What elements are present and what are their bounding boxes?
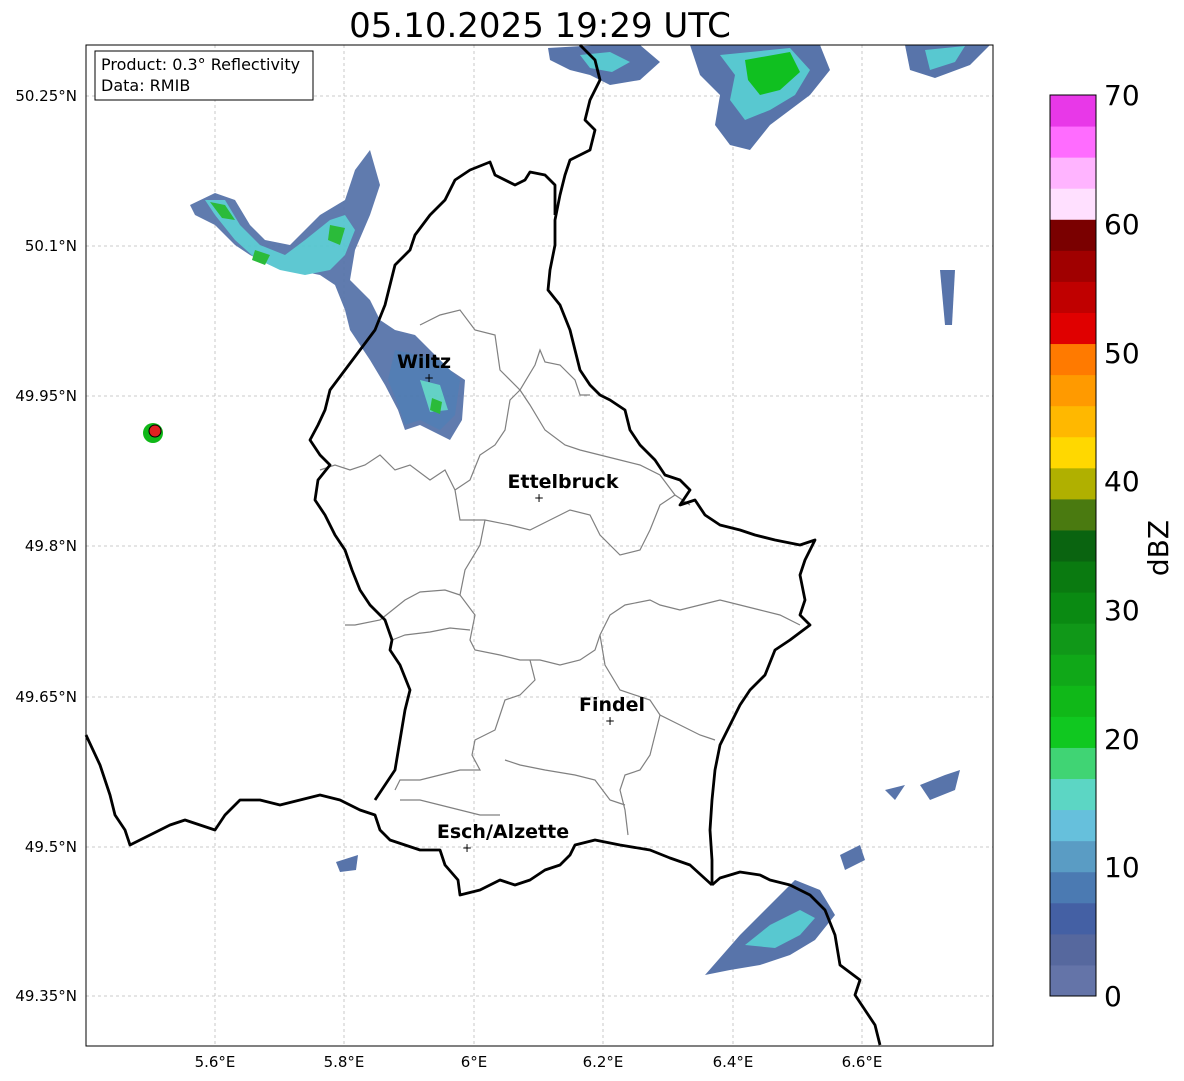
- colorbar-tick: 50: [1104, 337, 1140, 370]
- colorbar: 0 10 20 30 40 50 60 70 dBZ: [1049, 79, 1175, 1013]
- colorbar-swatch: [1050, 623, 1096, 655]
- colorbar-swatches: [1050, 95, 1096, 997]
- colorbar-swatch: [1050, 467, 1096, 500]
- radar-site-marker: [143, 423, 163, 443]
- colorbar-tick: 70: [1104, 79, 1140, 112]
- colorbar-swatch: [1050, 685, 1096, 717]
- colorbar-swatch: [1050, 126, 1096, 158]
- colorbar-ticks: 0 10 20 30 40 50 60 70: [1104, 79, 1140, 1013]
- lon-tick-labels: 5.6°E 5.8°E 6°E 6.2°E 6.4°E 6.6°E: [195, 1053, 883, 1071]
- colorbar-swatch: [1050, 374, 1096, 407]
- map-title: 05.10.2025 19:29 UTC: [349, 6, 731, 46]
- city-findel-marker: +: [605, 714, 615, 728]
- info-data-source: Data: RMIB: [101, 76, 190, 95]
- city-wiltz-marker: +: [424, 371, 434, 385]
- lat-tick-labels: 50.25°N 50.1°N 49.95°N 49.8°N 49.65°N 49…: [15, 87, 77, 1005]
- info-box: Product: 0.3° Reflectivity Data: RMIB: [94, 50, 314, 101]
- colorbar-swatch: [1050, 219, 1096, 251]
- colorbar-swatch: [1050, 250, 1096, 282]
- lat-tick: 49.65°N: [15, 688, 77, 706]
- colorbar-swatch: [1050, 498, 1096, 531]
- colorbar-tick: 10: [1104, 851, 1140, 884]
- lon-tick: 5.6°E: [195, 1053, 236, 1071]
- lon-tick: 6°E: [461, 1053, 488, 1071]
- colorbar-tick: 30: [1104, 594, 1140, 627]
- colorbar-swatch: [1050, 654, 1096, 686]
- colorbar-swatch: [1050, 436, 1096, 469]
- lat-tick: 49.5°N: [25, 838, 77, 856]
- colorbar-tick: 20: [1104, 723, 1140, 756]
- colorbar-tick: 0: [1104, 980, 1122, 1013]
- lon-tick: 6.4°E: [713, 1053, 754, 1071]
- info-product: Product: 0.3° Reflectivity: [101, 55, 300, 74]
- radar-map-figure: 05.10.2025 19:29 UTC + + + + Wiltz Ettel…: [15, 6, 1175, 1071]
- colorbar-swatch: [1050, 157, 1096, 189]
- colorbar-swatch: [1050, 747, 1096, 780]
- colorbar-swatch: [1050, 561, 1096, 593]
- colorbar-tick: 60: [1104, 208, 1140, 241]
- colorbar-swatch: [1050, 312, 1096, 345]
- city-label-findel: Findel: [579, 694, 645, 716]
- lon-tick: 6.6°E: [842, 1053, 883, 1071]
- colorbar-swatch: [1050, 933, 1096, 966]
- city-label-wiltz: Wiltz: [397, 351, 451, 373]
- colorbar-swatch: [1050, 809, 1096, 842]
- colorbar-swatch: [1050, 778, 1096, 811]
- colorbar-swatch: [1050, 716, 1096, 748]
- colorbar-swatch: [1050, 188, 1096, 220]
- city-ettelbruck-marker: +: [534, 491, 544, 505]
- lon-tick: 6.2°E: [583, 1053, 624, 1071]
- lat-tick: 49.8°N: [25, 537, 77, 555]
- colorbar-swatch: [1050, 281, 1096, 313]
- colorbar-swatch: [1050, 902, 1096, 935]
- colorbar-swatch: [1050, 592, 1096, 624]
- city-label-esch: Esch/Alzette: [437, 821, 569, 843]
- lon-tick: 5.8°E: [324, 1053, 365, 1071]
- map-panel: + + + + Wiltz Ettelbruck Findel Esch/Alz…: [84, 44, 994, 1047]
- lat-tick: 50.1°N: [25, 237, 77, 255]
- colorbar-swatch: [1050, 343, 1096, 376]
- colorbar-swatch: [1050, 964, 1096, 997]
- city-label-ettelbruck: Ettelbruck: [508, 471, 619, 493]
- lat-tick: 50.25°N: [15, 87, 77, 105]
- lat-tick: 49.35°N: [15, 987, 77, 1005]
- lat-tick: 49.95°N: [15, 387, 77, 405]
- colorbar-swatch: [1050, 529, 1096, 562]
- colorbar-label: dBZ: [1142, 520, 1175, 576]
- colorbar-tick: 40: [1104, 465, 1140, 498]
- colorbar-swatch: [1050, 871, 1096, 904]
- city-esch-marker: +: [462, 841, 472, 855]
- colorbar-swatch: [1050, 405, 1096, 438]
- colorbar-swatch: [1050, 840, 1096, 873]
- colorbar-swatch: [1050, 95, 1096, 127]
